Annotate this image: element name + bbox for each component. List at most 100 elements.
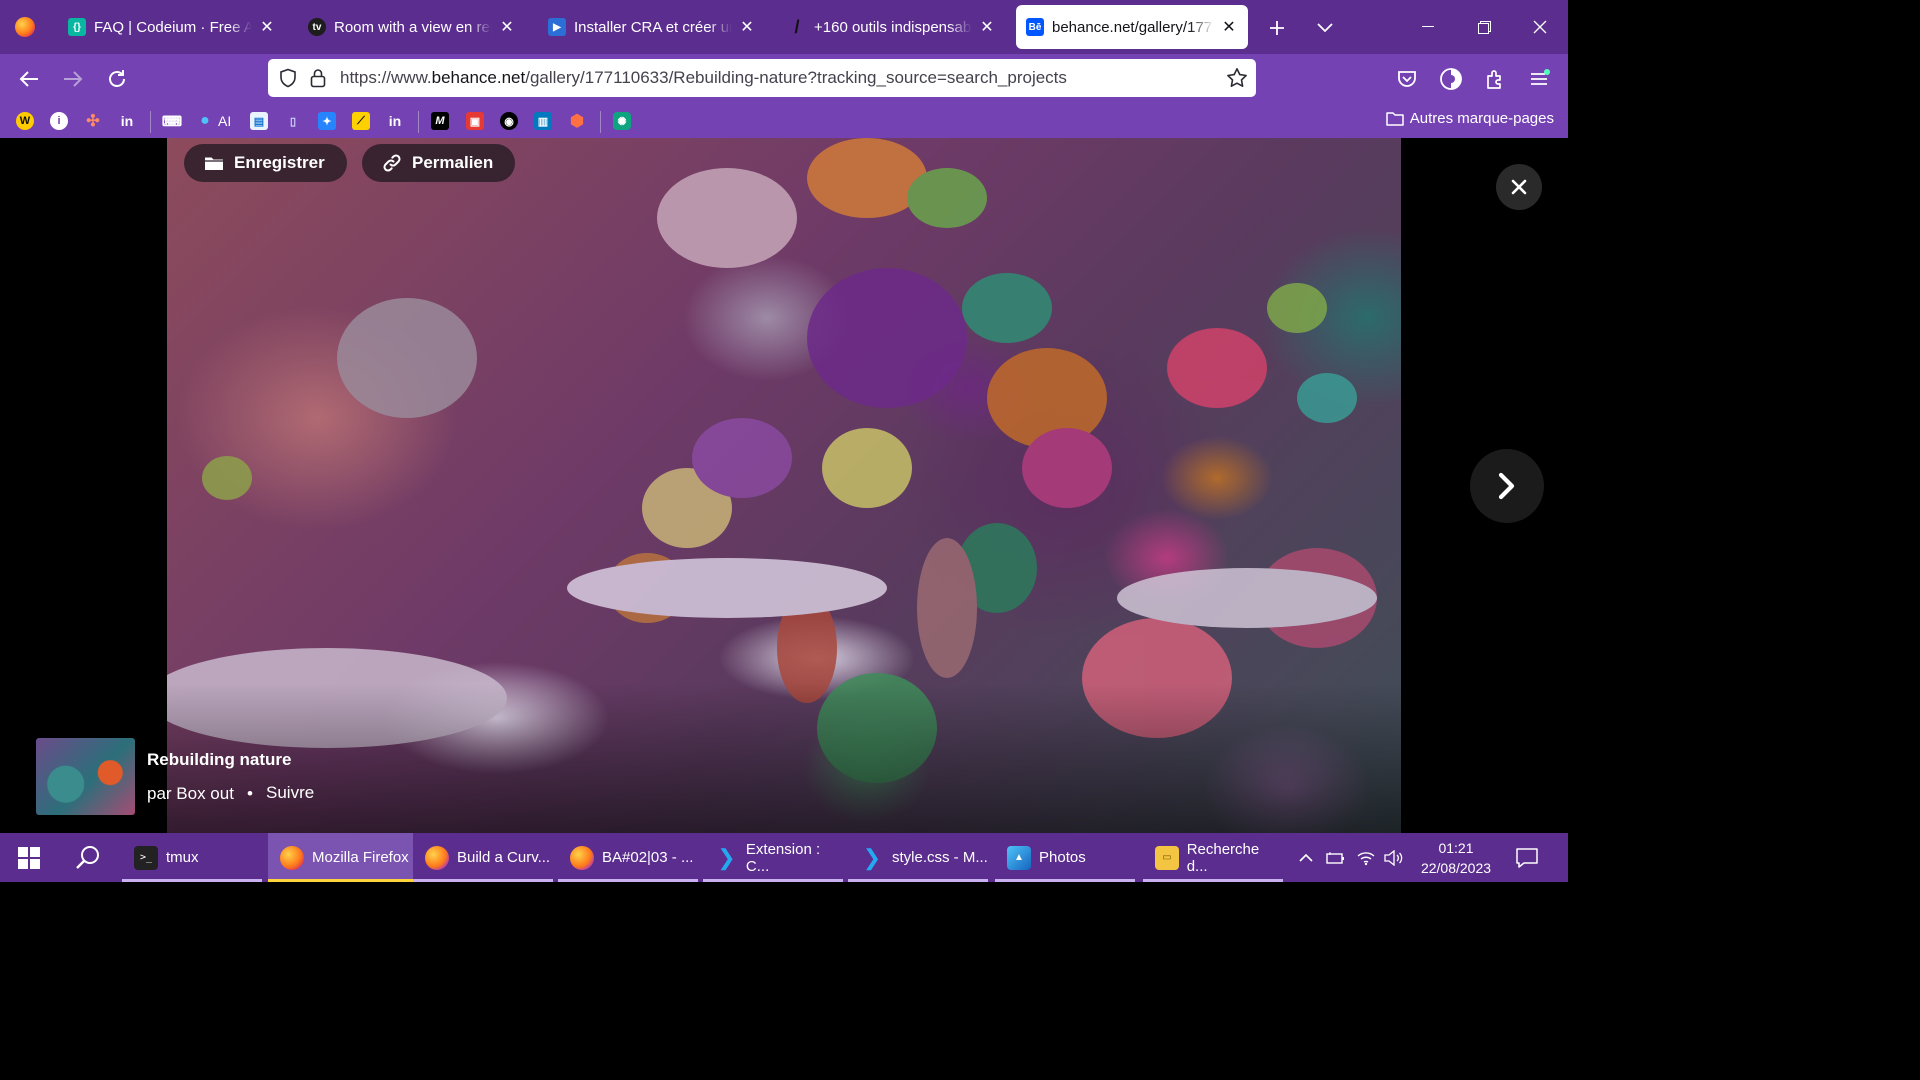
folder-icon — [205, 157, 223, 170]
close-tab-icon[interactable]: ✕ — [498, 17, 516, 37]
bookmark-github[interactable]: ◉ — [499, 111, 519, 131]
pinwheel-icon: ✣ — [86, 113, 100, 130]
url-bar[interactable]: https://www.behance.net/gallery/17711063… — [268, 59, 1256, 97]
chevron-up-icon[interactable] — [1296, 848, 1316, 868]
tab-outils-indispensables[interactable]: / +160 outils indispensables ✕ — [778, 5, 1006, 49]
firefox-menu-icon[interactable] — [0, 0, 50, 54]
other-bookmarks-label: Autres marque-pages — [1409, 110, 1554, 127]
taskbar-item-tmux[interactable]: >_ tmux — [122, 833, 262, 882]
bookmark-hexagon[interactable]: ⬢ — [567, 111, 587, 131]
bookmark-yellow-box[interactable]: ⟋ — [351, 111, 371, 131]
bookmark-star-icon[interactable] — [1226, 67, 1248, 89]
other-bookmarks-folder[interactable]: Autres marque-pages — [1386, 110, 1554, 127]
save-label: Enregistrer — [234, 153, 325, 172]
taskbar-label: style.css - M... — [892, 849, 988, 866]
project-author[interactable]: par Box out — [147, 784, 234, 804]
taskbar-item-style-css[interactable]: ❯ style.css - M... — [848, 833, 988, 882]
restore-window-button[interactable] — [1456, 0, 1512, 54]
caption-gradient — [167, 683, 1401, 833]
bookmark-red-box[interactable]: ▣ — [465, 111, 485, 131]
close-tab-icon[interactable]: ✕ — [1220, 17, 1238, 37]
close-tab-icon[interactable]: ✕ — [258, 17, 276, 37]
clock-time: 01:21 — [1438, 840, 1474, 856]
bookmark-linkedin[interactable]: in — [117, 111, 137, 131]
bookmark-linkedin-2[interactable]: in — [385, 111, 405, 131]
bookmark-openai[interactable]: ✺ — [612, 111, 632, 131]
tab-codeium-faq[interactable]: {} FAQ | Codeium · Free AI C ✕ — [58, 5, 286, 49]
taskbar-item-photos[interactable]: ▲ Photos — [995, 833, 1135, 882]
battery-icon[interactable] — [1326, 848, 1346, 868]
save-button[interactable]: Enregistrer — [184, 144, 347, 182]
close-window-button[interactable] — [1512, 0, 1568, 54]
info-icon: i — [50, 112, 68, 130]
bookmark-w-badge[interactable]: W — [15, 111, 35, 131]
close-viewer-button[interactable] — [1496, 164, 1542, 210]
url-text[interactable]: https://www.behance.net/gallery/17711063… — [340, 68, 1067, 88]
bookmark-separator — [150, 111, 151, 133]
vscode-icon: ❯ — [862, 844, 882, 870]
tab-title: behance.net/gallery/1771 — [1052, 18, 1214, 36]
windows-start-icon[interactable] — [18, 847, 40, 869]
next-project-button[interactable] — [1470, 449, 1544, 523]
project-thumbnail[interactable] — [36, 738, 135, 815]
permalink-label: Permalien — [412, 153, 494, 172]
reload-button[interactable] — [102, 64, 132, 94]
bookmark-jira[interactable]: ✦ — [317, 111, 337, 131]
behance-icon: Bē — [1026, 18, 1044, 36]
bookmark-keyboard[interactable]: ⌨ — [162, 111, 182, 131]
system-clock[interactable]: 01:21 22/08/2023 — [1410, 838, 1502, 878]
vscode-icon: ❯ — [717, 844, 736, 870]
url-domain: behance.net — [431, 68, 526, 87]
account-icon[interactable] — [1438, 66, 1464, 92]
taskbar-item-recherche[interactable]: ▭ Recherche d... — [1143, 833, 1283, 882]
firefox-icon — [570, 845, 594, 870]
taskbar-item-firefox[interactable]: Mozilla Firefox — [268, 833, 413, 882]
project-title[interactable]: Rebuilding nature — [147, 750, 292, 770]
close-tab-icon[interactable]: ✕ — [978, 17, 996, 37]
bookmark-doc[interactable]: ▯ — [283, 111, 303, 131]
url-path: /gallery/177110633/Rebuilding-nature?tra… — [525, 68, 1067, 87]
bookmark-ai[interactable]: ● AI — [196, 111, 231, 131]
new-tab-button[interactable] — [1262, 13, 1292, 43]
bookmark-info[interactable]: i — [49, 111, 69, 131]
bookmark-window[interactable]: ▤ — [249, 111, 269, 131]
navigation-toolbar: https://www.behance.net/gallery/17711063… — [0, 54, 1568, 104]
keyboard-icon: ⌨ — [161, 112, 183, 129]
window-icon: ▤ — [250, 112, 268, 130]
forward-button[interactable] — [58, 64, 88, 94]
bookmark-medium[interactable]: M — [430, 111, 450, 131]
wifi-icon[interactable] — [1356, 848, 1376, 868]
openai-icon: ✺ — [613, 112, 631, 130]
permalink-button[interactable]: Permalien — [362, 144, 516, 182]
tab-installer-cra[interactable]: ▶ Installer CRA et créer un n ✕ — [538, 5, 766, 49]
taskbar-item-extension[interactable]: ❯ Extension : C... — [703, 833, 843, 882]
search-icon[interactable] — [74, 844, 102, 872]
extensions-icon[interactable] — [1482, 66, 1508, 92]
volume-icon[interactable] — [1384, 848, 1404, 868]
back-button[interactable] — [14, 64, 44, 94]
hexagon-icon: ⬢ — [570, 113, 584, 130]
tab-room-with-a-view[interactable]: tv Room with a view en repla ✕ — [298, 5, 526, 49]
app-menu-icon[interactable] — [1526, 66, 1552, 92]
bookmark-separator — [600, 111, 601, 133]
taskbar-label: tmux — [166, 849, 199, 866]
bookmark-pinwheel[interactable]: ✣ — [83, 111, 103, 131]
pocket-icon[interactable] — [1394, 66, 1420, 92]
minimize-window-button[interactable] — [1400, 0, 1456, 54]
linkedin-icon: in — [120, 113, 134, 129]
bookmark-trello[interactable]: ▥ — [533, 111, 553, 131]
taskbar-item-ba02[interactable]: BA#02|03 - ... — [558, 833, 698, 882]
notification-icon[interactable] — [1515, 846, 1539, 870]
taskbar-item-build-a-curv[interactable]: Build a Curv... — [413, 833, 553, 882]
follow-button[interactable]: Suivre — [266, 783, 314, 803]
codeium-icon: {} — [68, 18, 86, 36]
list-all-tabs-button[interactable] — [1310, 13, 1340, 43]
lock-icon[interactable] — [310, 68, 326, 88]
tracking-protection-shield-icon[interactable] — [278, 68, 298, 88]
project-image[interactable] — [167, 138, 1401, 833]
tab-behance-gallery[interactable]: Bē behance.net/gallery/1771 ✕ — [1016, 5, 1248, 49]
slash-logo-icon: / — [794, 16, 800, 37]
photos-icon: ▲ — [1007, 845, 1031, 870]
close-tab-icon[interactable]: ✕ — [738, 17, 756, 37]
video-play-icon: ▶ — [548, 18, 566, 36]
